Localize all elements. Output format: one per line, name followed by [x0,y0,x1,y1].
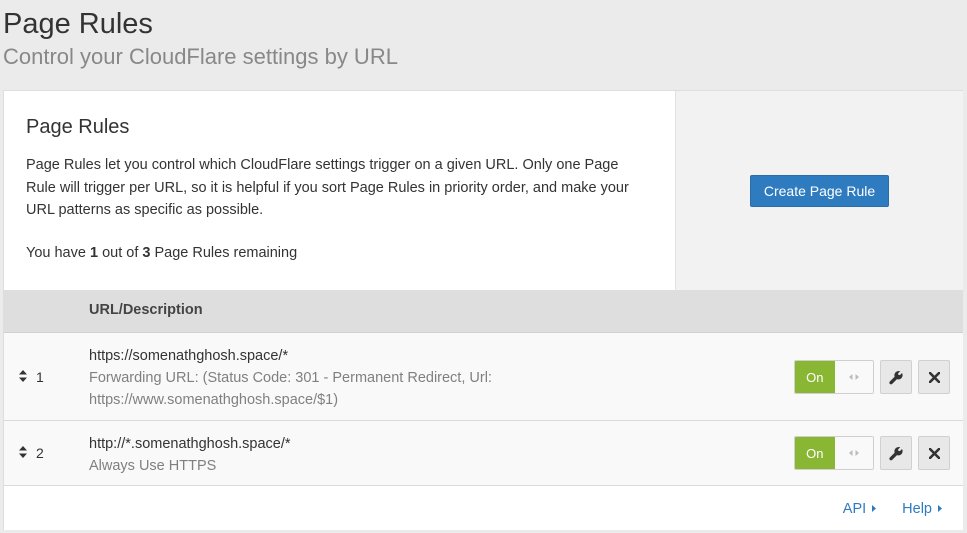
intro-title: Page Rules [26,116,130,138]
rule-description: Forwarding URL: (Status Code: 301 - Perm… [89,370,492,408]
caret-right-icon [938,504,942,514]
drag-handle-icon[interactable] [834,437,873,469]
cta-panel: Create Page Rule [675,91,963,290]
sort-arrows-icon[interactable] [19,370,27,384]
delete-rule-button[interactable] [918,360,950,394]
row-actions: On [794,360,950,394]
url-description-cell: http://*.somenathghosh.space/* Always Us… [89,433,559,477]
page-subtitle: Control your CloudFlare settings by URL [3,44,398,69]
priority-number: 1 [36,369,44,385]
column-header-url: URL/Description [89,302,203,318]
remaining-suffix: Page Rules remaining [150,244,298,261]
api-link[interactable]: API [843,501,877,517]
remaining-middle: out of [98,244,143,261]
page-header: Page Rules Control your CloudFlare setti… [3,6,398,72]
card-footer: API Help [4,486,963,530]
priority-cell: 1 [19,369,44,385]
delete-rule-button[interactable] [918,436,950,470]
footer-links: API Help [843,501,942,517]
url-description-cell: https://somenathghosh.space/* Forwarding… [89,345,559,411]
rule-url: http://*.somenathghosh.space/* [89,436,291,452]
table-row: 1 https://somenathghosh.space/* Forwardi… [4,333,963,421]
remaining-prefix: You have [26,244,90,261]
intro-section: Page Rules Page Rules let you control wh… [4,91,675,290]
page-title: Page Rules [3,8,153,40]
api-link-label[interactable]: API [843,501,866,517]
wrench-icon [888,446,904,461]
rule-toggle[interactable]: On [794,360,874,394]
priority-number: 2 [36,445,44,461]
caret-right-icon [872,504,877,514]
drag-handle-icon[interactable] [834,361,873,393]
row-actions: On [794,436,950,470]
intro-description: Page Rules let you control which CloudFl… [26,157,629,218]
page-rules-card: Page Rules Page Rules let you control wh… [3,90,963,530]
sort-arrows-icon[interactable] [19,446,27,460]
edit-rule-button[interactable] [880,360,912,394]
wrench-icon [888,370,904,385]
table-header: URL/Description [4,290,963,333]
priority-cell: 2 [19,445,44,461]
rule-description: Always Use HTTPS [89,458,217,474]
rule-toggle[interactable]: On [794,436,874,470]
help-link[interactable]: Help [902,501,942,517]
close-icon [928,371,940,383]
help-link-label[interactable]: Help [902,501,932,517]
toggle-on-label[interactable]: On [795,437,835,469]
table-row: 2 http://*.somenathghosh.space/* Always … [4,421,963,486]
remaining-used-count: 1 [89,244,99,261]
create-page-rule-button[interactable]: Create Page Rule [749,174,890,207]
rules-remaining-text: You have 1 out of 3 Page Rules remaining [26,242,653,264]
rule-url: https://somenathghosh.space/* [89,348,289,364]
close-icon [928,447,940,459]
edit-rule-button[interactable] [880,436,912,470]
toggle-on-label[interactable]: On [795,361,835,393]
